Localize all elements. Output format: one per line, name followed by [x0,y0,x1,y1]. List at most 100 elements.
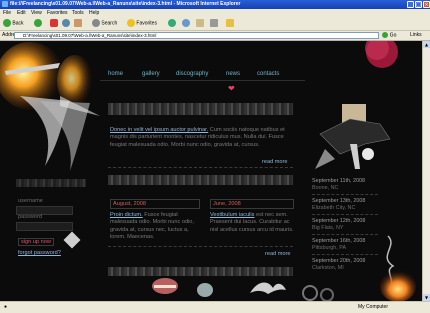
divider-1 [108,167,293,169]
maximize-button[interactable]: □ [415,1,422,8]
nav-home[interactable]: home [108,71,123,77]
divider-2 [108,246,293,248]
back-arrow-icon [3,19,11,27]
bird-silhouette-illustration [250,282,286,294]
media-button[interactable] [168,19,176,28]
home-button[interactable] [74,19,82,28]
history-icon [182,19,190,27]
drum-icon [197,283,213,297]
event-place: Elizabeth City, NC [312,205,356,211]
event-place: Boone, NC [312,185,339,191]
event-place: Clarkston, MI [312,265,344,271]
nav-news[interactable]: news [226,71,240,77]
dancer-collage-illustration [315,104,391,169]
news-item-1: Proin dictum. Fusce feugiat malesuada od… [110,212,198,242]
vertical-scrollbar[interactable]: ▲ ▼ [422,41,430,301]
lips-illustration [152,278,178,294]
go-button[interactable]: Go [382,32,398,39]
menu-view[interactable]: View [31,9,42,17]
links-button[interactable]: Links [410,31,422,40]
print-button[interactable] [210,19,218,28]
event-date: September 20th, 2008 [312,258,366,264]
scroll-down-arrow-icon[interactable]: ▼ [423,294,430,301]
password-input[interactable] [16,222,73,231]
nav-gallery[interactable]: gallery [142,71,160,77]
nav-contacts[interactable]: contacts [257,71,279,77]
nav-discography[interactable]: discography [176,71,208,77]
toolbar: Back Search Favorites [0,17,430,31]
back-label: Back [12,20,24,27]
flame-hand-illustration [380,235,416,301]
search-label: Search [101,20,118,27]
refresh-icon [62,19,70,27]
menu-edit[interactable]: Edit [17,9,26,17]
login-submit-button[interactable] [63,231,81,249]
news-2-link[interactable]: Vestibulum iaculis [210,212,254,218]
intro-lead-link[interactable]: Donec in velit vel ipsum auctor pulvinar… [110,127,208,133]
menu-file[interactable]: File [3,9,11,17]
menu-favorites[interactable]: Favorites [47,9,68,17]
news-item-2: Vestibulum iaculis est nec sem. Praesent… [210,212,294,234]
go-arrow-icon [382,32,388,38]
read-more-link-1[interactable]: read more [262,159,288,165]
grunge-header-3 [108,267,293,276]
event-date: September 12th, 2008 [312,218,366,224]
grunge-header-1 [108,103,293,115]
event-divider [312,214,378,216]
event-place: Big Flats, NY [312,225,344,231]
history-button[interactable] [182,19,190,28]
signup-link[interactable]: sign up now [18,238,54,246]
favorites-button[interactable]: Favorites [127,19,157,28]
event-date: September 11th, 2008 [312,178,365,184]
event-place: Pittsburgh, PA [312,245,347,251]
page-status-icon: ● [4,304,8,310]
ie-icon [2,1,8,7]
home-icon [74,19,82,27]
address-input[interactable]: D:\Freelancing\s01.09.07\Web-a.l\Web-a_R… [14,32,379,39]
search-button[interactable]: Search [92,19,117,28]
grunge-login-header [16,179,86,187]
star-icon [127,19,135,27]
folder-button[interactable] [226,19,234,28]
stop-button[interactable] [50,19,58,28]
close-button[interactable]: × [423,1,430,8]
status-zone: My Computer [358,304,389,310]
password-label: password [18,214,42,220]
news-1-link[interactable]: Proin dictum. [110,212,143,218]
grunge-header-2 [108,175,293,185]
minimize-button[interactable]: _ [407,1,414,8]
mail-button[interactable] [196,19,204,28]
title-bar: file://\Freelancing\s01.09.07\Web-a.l\We… [0,0,430,9]
folder-icon [226,19,234,27]
event-item: September 12th, 2008 Big Flats, NY [312,218,380,232]
news-date-2: June, 2008 [210,199,294,209]
address-bar: Address D:\Freelancing\s01.09.07\Web-a.l… [0,31,430,41]
read-more-link-2[interactable]: read more [265,251,291,257]
favorites-label: Favorites [136,20,157,27]
username-label: username [18,198,43,204]
web-page: home gallery discography news contacts ❤… [0,41,422,301]
menu-tools[interactable]: Tools [72,9,84,17]
window-title: file://\Freelancing\s01.09.07\Web-a.l\We… [10,1,241,7]
event-item: September 11th, 2008 Boone, NC [312,178,380,192]
forward-button[interactable] [34,19,42,28]
event-divider [312,194,378,196]
forgot-password-link[interactable]: forgot password? [18,250,61,256]
gears-illustration [302,285,334,301]
event-date: September 13th, 2008 [312,198,366,204]
back-button[interactable]: Back [3,19,24,28]
media-icon [168,19,176,27]
status-bar: ● My Computer [0,301,430,313]
print-icon [210,19,218,27]
event-date: September 16th, 2008 [312,238,366,244]
refresh-button[interactable] [62,19,70,28]
search-icon [92,19,100,27]
news-date-1: August, 2008 [110,199,200,209]
go-label: Go [389,32,397,39]
intro-text: Donec in velit vel ipsum auctor pulvinar… [110,127,293,149]
scroll-up-arrow-icon[interactable]: ▲ [423,41,430,48]
forward-arrow-icon [34,19,42,27]
browser-window: file://\Freelancing\s01.09.07\Web-a.l\We… [0,0,430,313]
moon-illustration [365,41,398,68]
menu-help[interactable]: Help [89,9,99,17]
